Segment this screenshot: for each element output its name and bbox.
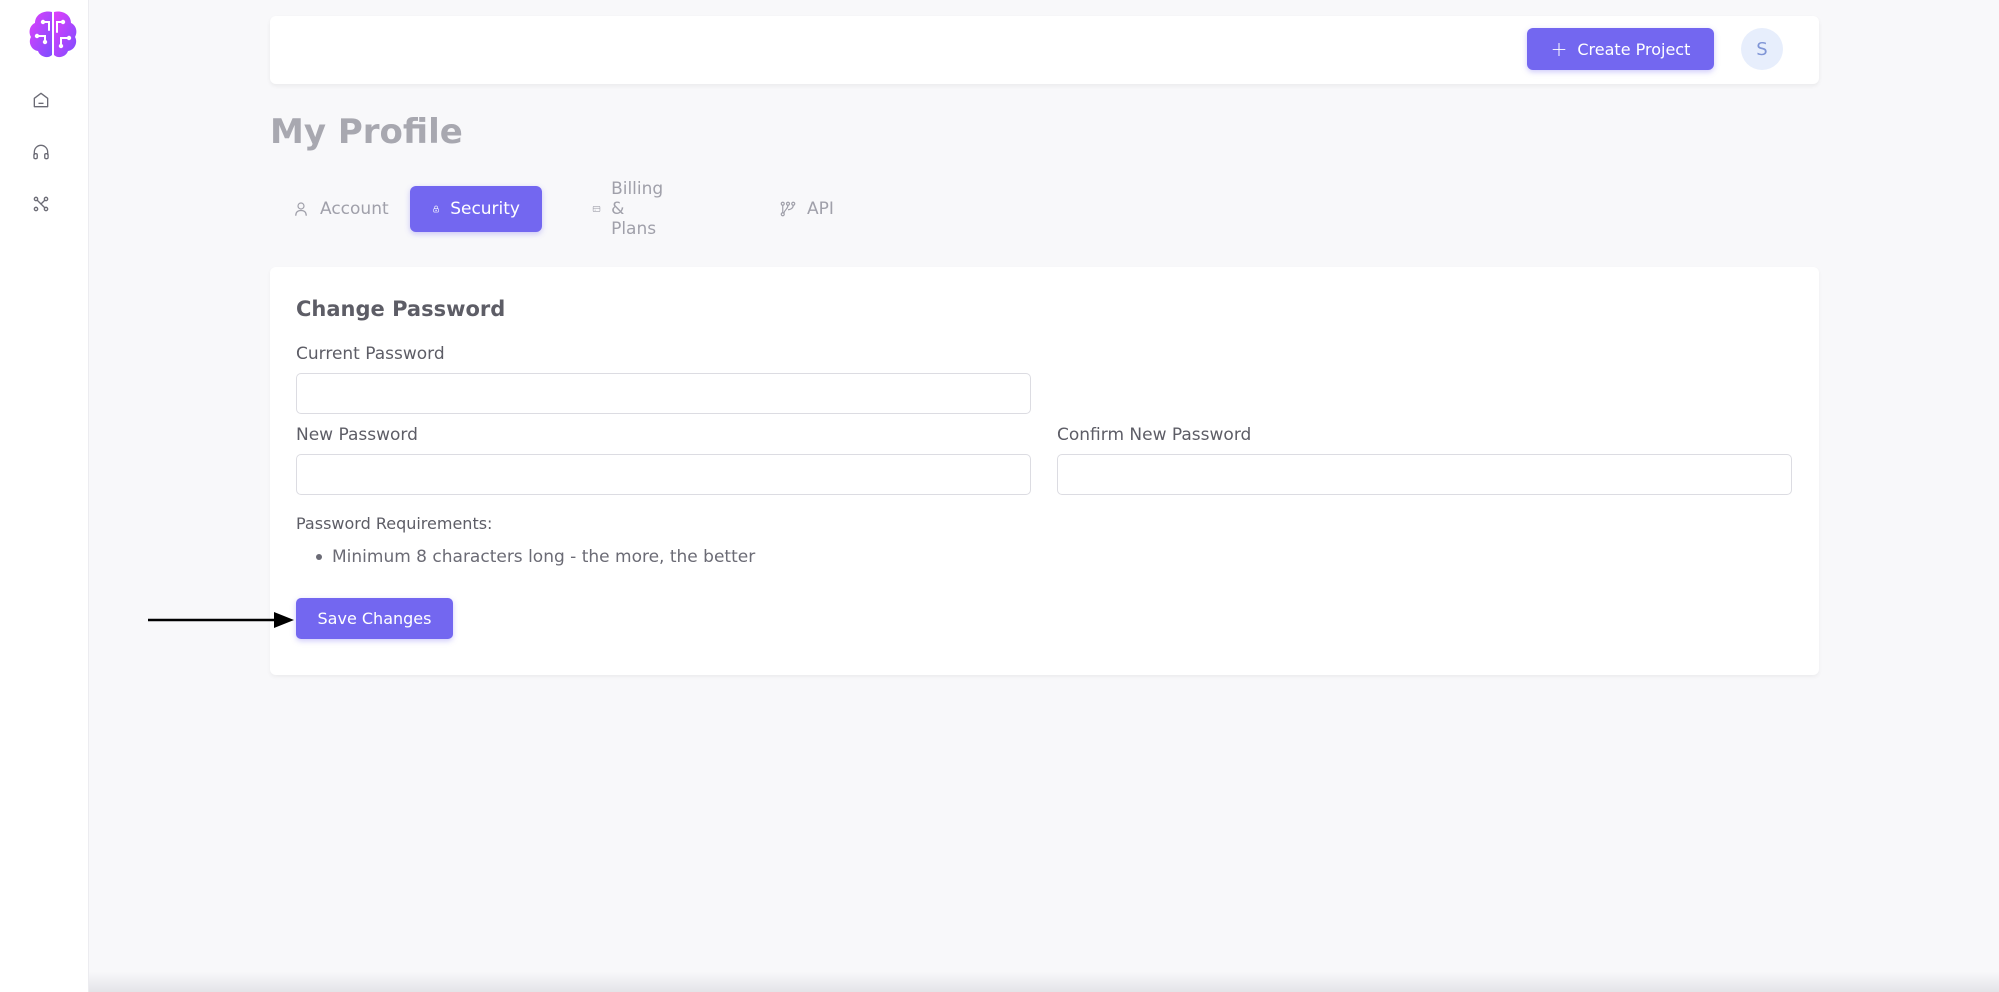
tab-account-label: Account xyxy=(320,199,389,219)
card-icon xyxy=(592,206,601,212)
tab-api-label: API xyxy=(807,199,834,219)
current-password-input[interactable] xyxy=(296,373,1031,414)
card-title: Change Password xyxy=(296,297,506,321)
current-password-label: Current Password xyxy=(296,344,445,364)
change-password-card: Change Password Current Password New Pas… xyxy=(270,267,1819,675)
brain-logo-icon[interactable] xyxy=(25,6,81,62)
new-password-label: New Password xyxy=(296,425,418,445)
network-icon[interactable] xyxy=(29,192,53,216)
bottom-shadow xyxy=(89,972,1999,992)
confirm-password-input[interactable] xyxy=(1057,454,1792,495)
headphones-icon[interactable] xyxy=(29,140,53,164)
requirement-text: Minimum 8 characters long - the more, th… xyxy=(332,547,756,567)
confirm-password-label: Confirm New Password xyxy=(1057,425,1252,445)
create-project-button[interactable]: + Create Project xyxy=(1527,28,1714,70)
password-requirements-title: Password Requirements: xyxy=(296,514,493,533)
create-project-label: Create Project xyxy=(1577,39,1691,59)
page-title: My Profile xyxy=(270,112,463,152)
user-icon xyxy=(295,202,307,216)
tab-security[interactable]: Security xyxy=(410,186,542,232)
tab-security-label: Security xyxy=(450,199,520,219)
api-icon xyxy=(780,201,796,217)
tab-billing-plans[interactable]: Billing & Plans xyxy=(570,179,694,239)
save-changes-button[interactable]: Save Changes xyxy=(296,598,453,639)
top-navbar: + Create Project S xyxy=(270,16,1819,84)
home-icon[interactable] xyxy=(29,88,53,112)
bullet-icon xyxy=(316,554,322,560)
password-requirement-item: Minimum 8 characters long - the more, th… xyxy=(316,547,755,567)
avatar-initial: S xyxy=(1756,38,1768,60)
tab-api[interactable]: API xyxy=(757,186,856,232)
plus-icon: + xyxy=(1550,37,1568,61)
pointer-arrow-icon xyxy=(148,612,294,628)
new-password-input[interactable] xyxy=(296,454,1031,495)
tab-account[interactable]: Account xyxy=(270,186,411,232)
user-avatar[interactable]: S xyxy=(1741,28,1783,70)
sidebar xyxy=(0,0,89,992)
tab-billing-plans-label: Billing & Plans xyxy=(611,179,664,239)
lock-icon xyxy=(433,205,439,213)
